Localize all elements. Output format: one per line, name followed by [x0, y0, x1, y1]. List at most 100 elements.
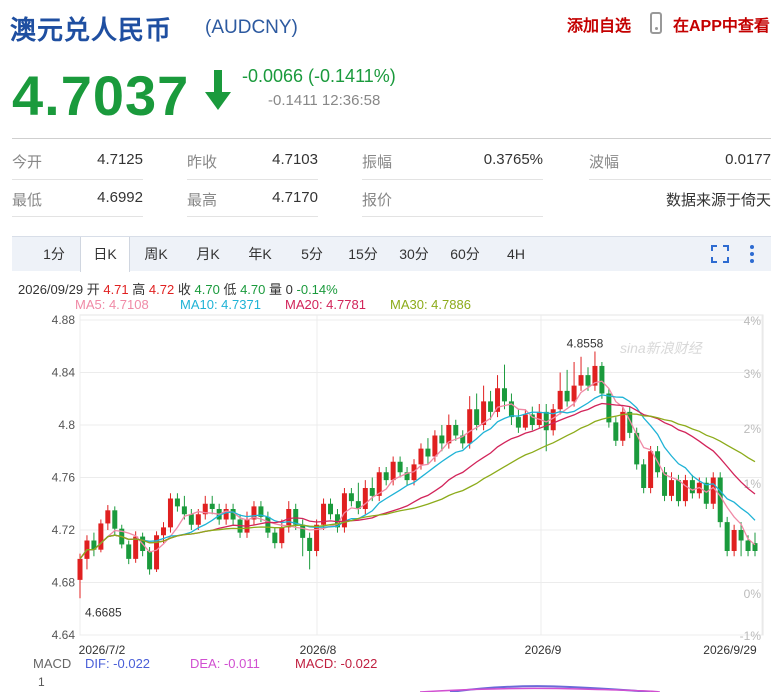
stat-label: 最高 — [187, 192, 218, 209]
add-watchlist-button[interactable]: 添加自选 — [567, 12, 631, 36]
candle-body — [126, 544, 132, 559]
candle-body — [105, 510, 111, 524]
candle-body — [488, 401, 494, 412]
tab-period[interactable]: 月K — [184, 237, 232, 271]
symbol-code: (AUDCNY) — [205, 17, 298, 38]
current-price: 4.7037 — [12, 64, 190, 127]
stat-value: 数据来源于倚天 — [665, 192, 771, 209]
candle-body — [585, 375, 591, 386]
page-title: 澳元兑人民币 — [10, 15, 173, 45]
change-time: -0.1411 12:36:58 — [268, 92, 381, 109]
fullscreen-icon[interactable] — [711, 245, 729, 263]
candle-body — [432, 435, 438, 457]
pct-tick-label: 4% — [744, 314, 762, 328]
y-tick-label: 4.8 — [58, 418, 75, 432]
stat-value: 4.7125 — [97, 151, 143, 168]
y-tick-label: 4.88 — [52, 313, 76, 327]
candle-body — [112, 510, 118, 529]
macd-curve — [420, 685, 660, 692]
candle-body — [724, 522, 730, 551]
stat-row-divider — [362, 216, 543, 217]
tab-period[interactable]: 1分 — [30, 237, 78, 271]
candle-body — [501, 388, 507, 402]
candle-body — [703, 482, 709, 504]
tab-period[interactable]: 30分 — [390, 237, 438, 271]
candle-body — [439, 435, 445, 444]
x-tick-label: 2026/8 — [300, 643, 337, 656]
macd-dea: DEA: -0.011 — [190, 656, 260, 671]
candle-body — [557, 390, 563, 410]
tab-period[interactable]: 60分 — [441, 237, 489, 271]
kline-chart[interactable]: 4.88 4.84 4.8 4.76 4.72 4.68 4.64 4% 3% 2% 1% 0% -1%… — [0, 310, 781, 656]
candle-body — [641, 464, 647, 488]
candle-body — [668, 480, 674, 496]
y-tick-label: 4.76 — [52, 471, 76, 485]
candle-body — [682, 480, 688, 502]
candle-body — [383, 472, 389, 481]
candle-body — [279, 527, 285, 544]
candle-body — [272, 532, 278, 544]
candle-body — [348, 493, 354, 502]
candle-body — [425, 448, 431, 457]
candle-body — [188, 514, 194, 525]
info-open: 4.71 — [103, 282, 129, 297]
pct-tick-label: 2% — [744, 422, 762, 436]
more-menu-icon[interactable] — [749, 244, 755, 264]
candle-body — [98, 523, 104, 550]
price-change: -0.0066 (-0.1411%) — [242, 66, 396, 86]
x-tick-label: 2026/7/2 — [79, 643, 126, 656]
info-date: 2026/09/29 — [18, 282, 84, 297]
stat-row-divider — [187, 216, 318, 217]
candle-body — [675, 480, 681, 502]
down-arrow-icon — [205, 70, 231, 110]
stat-row-divider — [12, 216, 143, 217]
low-annotation: 4.6685 — [85, 605, 122, 619]
tab-period[interactable]: 日K — [80, 237, 130, 272]
stat-label: 报价 — [362, 192, 393, 209]
candle-body — [627, 411, 633, 433]
candle-body — [265, 516, 271, 533]
tab-period[interactable]: 年K — [236, 237, 284, 271]
candle-body — [147, 551, 153, 570]
candle-body — [648, 451, 654, 488]
y-tick-label: 4.68 — [52, 576, 76, 590]
candle-body — [174, 498, 180, 507]
x-tick-label: 2026/9 — [525, 643, 562, 656]
candle-body — [474, 409, 480, 425]
candle-body — [578, 375, 584, 386]
candle-body — [397, 461, 403, 473]
stat-label: 波幅 — [589, 154, 620, 171]
candle-body — [390, 461, 396, 481]
candle-body — [300, 524, 306, 538]
stat-row-divider — [589, 179, 771, 180]
candle-body — [209, 503, 215, 509]
y-tick-label: 4.64 — [52, 628, 76, 642]
pct-tick-label: 0% — [744, 587, 762, 601]
high-annotation: 4.8558 — [567, 337, 604, 351]
stat-value: 0.3765% — [483, 151, 543, 168]
watermark-text: sina新浪财经 — [620, 340, 704, 356]
plot-frame — [79, 314, 764, 636]
info-close-label: 收 — [177, 282, 191, 297]
stat-row-divider — [12, 179, 143, 180]
info-open-label: 开 — [86, 282, 100, 297]
candle-body — [328, 503, 334, 515]
info-change: -0.14% — [296, 282, 338, 297]
candle-body — [613, 422, 619, 441]
tab-period[interactable]: 15分 — [339, 237, 387, 271]
candle-body — [181, 506, 187, 515]
candle-body — [564, 390, 570, 402]
tab-period[interactable]: 周K — [132, 237, 180, 271]
info-low: 4.70 — [240, 282, 266, 297]
macd-value: MACD: -0.022 — [295, 656, 378, 671]
candle-body — [307, 537, 313, 551]
stat-value: 4.7170 — [272, 189, 318, 206]
tab-period[interactable]: 4H — [492, 237, 540, 271]
stat-label: 昨收 — [187, 154, 218, 171]
ma-line — [79, 394, 756, 560]
tab-period[interactable]: 5分 — [288, 237, 336, 271]
candle-body — [453, 425, 459, 436]
candle-body — [620, 411, 626, 441]
open-in-app-button[interactable]: 在APP中查看 — [673, 12, 770, 36]
ma-line — [79, 413, 756, 560]
